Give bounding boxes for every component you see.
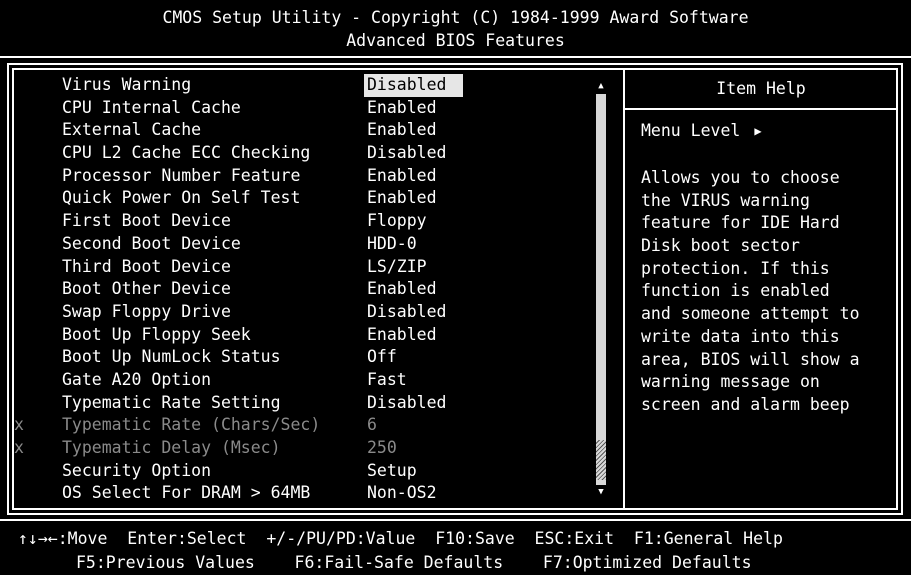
setting-value: 6 xyxy=(367,415,377,435)
help-line: feature for IDE Hard xyxy=(641,213,840,233)
setting-label: Typematic Rate (Chars/Sec) xyxy=(62,415,321,435)
key-legend: ↑↓→←:Move Enter:Select +/-/PU/PD:Value F… xyxy=(0,519,911,575)
setting-label: Quick Power On Self Test xyxy=(62,188,301,208)
setting-label: CPU L2 Cache ECC Checking xyxy=(62,143,311,163)
setting-value[interactable]: Disabled xyxy=(364,74,463,97)
setting-label: Boot Up NumLock Status xyxy=(62,347,281,367)
setting-label: CPU Internal Cache xyxy=(62,97,241,117)
setting-value[interactable]: Floppy xyxy=(367,210,507,233)
setting-value[interactable]: Enabled xyxy=(367,324,507,347)
help-line: write data into this xyxy=(641,326,840,346)
setting-value[interactable]: Enabled xyxy=(367,97,507,120)
setting-label: Boot Other Device xyxy=(62,279,231,299)
setting-label: Virus Warning xyxy=(62,75,192,94)
setting-value[interactable]: Non-OS2 xyxy=(367,482,507,505)
help-line: area, BIOS will show a xyxy=(641,349,860,369)
setting-value[interactable]: Disabled xyxy=(367,301,507,324)
item-help-title: Item Help xyxy=(625,70,897,110)
scrollbar-track[interactable] xyxy=(596,94,606,485)
menu-level: Menu Level ▶ xyxy=(641,121,762,140)
panel-divider xyxy=(623,68,625,510)
setting-value[interactable]: Enabled xyxy=(367,278,507,301)
menu-level-label: Menu Level xyxy=(641,121,741,140)
help-line: function is enabled xyxy=(641,281,830,301)
setting-value[interactable]: Off xyxy=(367,346,507,369)
setting-value: 250 xyxy=(367,438,397,457)
help-line: protection. If this xyxy=(641,258,830,278)
help-line: Disk boot sector xyxy=(641,236,800,256)
setting-label: Typematic Delay (Msec) xyxy=(62,438,281,457)
page-title: Advanced BIOS Features xyxy=(346,31,565,50)
setting-value[interactable]: Setup xyxy=(367,460,507,483)
setting-value[interactable]: Enabled xyxy=(367,165,507,188)
help-line: screen and alarm beep xyxy=(641,394,850,414)
setting-label: Second Boot Device xyxy=(62,233,241,253)
setting-label: External Cache xyxy=(62,120,202,140)
setting-label: Boot Up Floppy Seek xyxy=(62,324,251,344)
scrollbar-grip[interactable] xyxy=(596,440,606,480)
title-bar: CMOS Setup Utility - Copyright (C) 1984-… xyxy=(0,0,911,58)
help-line: and someone attempt to xyxy=(641,304,860,324)
setting-value[interactable]: Enabled xyxy=(367,119,507,142)
setting-label: OS Select For DRAM > 64MB xyxy=(62,483,311,503)
help-text: Allows you to choose the VIRUS warning fea… xyxy=(641,167,860,417)
menu-level-arrow-icon: ▶ xyxy=(754,124,762,138)
app-title: CMOS Setup Utility - Copyright (C) 1984-… xyxy=(162,8,749,27)
setting-value[interactable]: Disabled xyxy=(367,392,507,415)
setting-value[interactable]: Disabled xyxy=(367,142,507,165)
disabled-marker: x xyxy=(14,438,24,457)
help-line: the VIRUS warning xyxy=(641,190,810,210)
setting-value[interactable]: Enabled xyxy=(367,187,507,210)
key-legend-line-1: ↑↓→←:Move Enter:Select +/-/PU/PD:Value F… xyxy=(18,529,783,548)
setting-label: Typematic Rate Setting xyxy=(62,392,281,412)
setting-value[interactable]: Fast xyxy=(367,369,507,392)
help-line: warning message on xyxy=(641,372,820,392)
setting-label: Processor Number Feature xyxy=(62,165,301,185)
scroll-down-arrow-icon[interactable]: ▼ xyxy=(594,486,608,498)
key-legend-line-2: F5:Previous Values F6:Fail-Safe Defaults… xyxy=(76,553,752,572)
setting-label: Swap Floppy Drive xyxy=(62,301,231,321)
setting-label: Gate A20 Option xyxy=(62,369,212,389)
scroll-up-arrow-icon[interactable]: ▲ xyxy=(594,80,608,92)
disabled-marker: x xyxy=(14,415,24,435)
setting-label: Security Option xyxy=(62,460,212,480)
help-line: Allows you to choose xyxy=(641,168,840,187)
setting-value[interactable]: LS/ZIP xyxy=(367,256,507,279)
setting-value[interactable]: HDD-0 xyxy=(367,233,507,256)
setting-label: Third Boot Device xyxy=(62,256,231,276)
setting-label: First Boot Device xyxy=(62,211,231,231)
